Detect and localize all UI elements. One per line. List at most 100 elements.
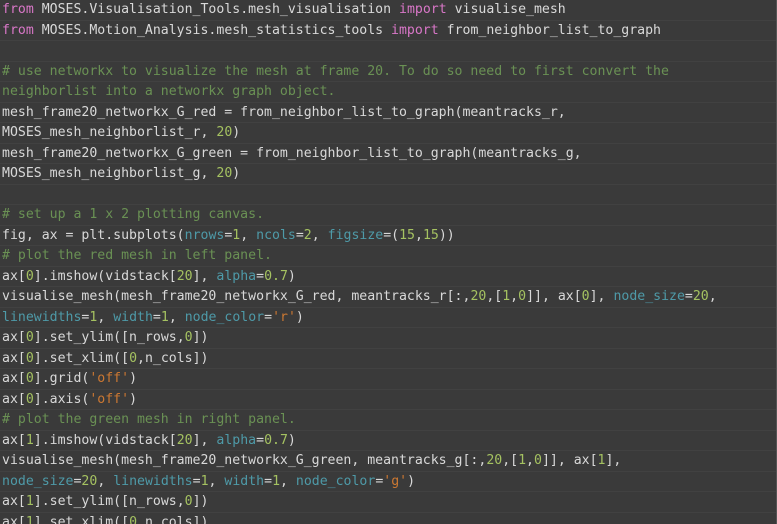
code-token-num: 0 [184, 330, 193, 345]
code-token-num: 0 [184, 494, 193, 509]
code-token-plain: ,[ [502, 453, 519, 468]
code-line[interactable]: # plot the green mesh in right panel. [0, 410, 776, 431]
code-token-param: nrows [184, 227, 225, 243]
code-token-plain: ]], ax[ [541, 453, 598, 468]
code-token-plain: , [526, 453, 534, 468]
code-token-string: 'g' [383, 473, 408, 489]
code-token-num: 0 [581, 289, 590, 304]
code-token-num: 20 [692, 289, 709, 304]
code-token-plain: ].set_ylim([n_rows, [33, 494, 185, 509]
code-token-plain: ) [407, 473, 416, 489]
code-token-num: 20 [470, 289, 487, 304]
code-token-plain: MOSES_mesh_neighborlist_g, [2, 166, 217, 181]
code-token-plain: ) [295, 309, 304, 325]
code-token-plain: , [414, 227, 423, 243]
code-token-plain: = [264, 473, 273, 489]
code-line[interactable]: MOSES_mesh_neighborlist_g, 20) [0, 164, 776, 185]
code-token-string: 'off' [89, 371, 130, 386]
code-token-plain: mesh_frame20_networkx_G_red = from_neigh… [2, 104, 566, 120]
code-token-kw: import [391, 22, 439, 38]
code-token-num: 20 [176, 432, 193, 448]
code-line[interactable]: ax[0].imshow(vidstack[20], alpha=0.7) [0, 267, 776, 287]
code-token-plain: , [97, 309, 114, 325]
code-token-plain: = [152, 309, 161, 325]
code-token-plain: visualise_mesh [446, 2, 566, 17]
code-token-param: alpha [216, 432, 257, 448]
code-token-param: node_size [2, 473, 74, 489]
code-token-plain: ) [129, 371, 138, 386]
code-token-param: figsize [327, 227, 384, 243]
code-token-plain: ax[ [2, 268, 26, 284]
code-token-plain: ) [287, 432, 296, 448]
code-token-plain: ].imshow(vidstack[ [33, 268, 177, 284]
code-token-num: 1 [25, 514, 34, 524]
code-line[interactable]: MOSES_mesh_neighborlist_r, 20) [0, 123, 776, 144]
code-line[interactable]: mesh_frame20_networkx_G_green = from_nei… [0, 144, 776, 164]
code-line[interactable]: # set up a 1 x 2 plotting canvas. [0, 205, 776, 226]
code-line[interactable]: linewidths=1, width=1, node_color='r') [0, 308, 776, 328]
code-line[interactable]: ax[0].axis('off') [0, 390, 776, 410]
code-token-kw: from [2, 22, 34, 38]
code-line[interactable] [0, 185, 776, 205]
code-token-comment: # use networkx to visualize the mesh at … [2, 63, 669, 79]
code-line[interactable]: # plot the red mesh in left panel. [0, 246, 776, 267]
code-token-param: alpha [216, 268, 257, 284]
code-token-comment: neighborlist into a networkx graph objec… [2, 84, 336, 99]
code-token-plain: fig, ax = plt.subplots( [2, 227, 185, 243]
code-token-plain: ax[ [2, 350, 26, 366]
code-token-plain: ,n_cols]) [137, 350, 209, 366]
code-line[interactable]: node_size=20, linewidths=1, width=1, nod… [0, 472, 776, 492]
code-token-plain: ) [232, 166, 241, 181]
code-token-plain: ].set_ylim([n_rows, [33, 330, 185, 345]
code-token-plain: ].grid( [33, 371, 90, 386]
code-token-string: 'off' [89, 391, 130, 407]
code-token-plain: ax[ [2, 432, 26, 448]
code-token-plain: ,[ [486, 289, 503, 304]
code-line[interactable]: ax[1].set_ylim([n_rows,0]) [0, 492, 776, 513]
code-token-plain: ax[ [2, 494, 26, 509]
code-token-plain: ax[ [2, 514, 26, 524]
code-token-plain: = [192, 473, 201, 489]
code-token-num: 1 [200, 473, 209, 489]
code-line[interactable]: visualise_mesh(mesh_frame20_networkx_G_r… [0, 287, 776, 308]
code-line[interactable]: mesh_frame20_networkx_G_red = from_neigh… [0, 103, 776, 123]
code-token-plain: = [295, 227, 304, 243]
code-token-plain: , [208, 473, 225, 489]
code-token-num: 0 [534, 453, 542, 468]
code-token-param: node_size [613, 289, 685, 304]
code-line[interactable]: ax[0].grid('off') [0, 369, 776, 390]
code-token-kw: import [399, 2, 447, 17]
code-line[interactable]: # use networkx to visualize the mesh at … [0, 62, 776, 82]
code-line-list: from MOSES.Visualisation_Tools.mesh_visu… [0, 0, 776, 524]
code-line[interactable]: neighborlist into a networkx graph objec… [0, 82, 776, 103]
code-token-param: width [113, 309, 153, 325]
code-token-plain: ) [129, 391, 138, 407]
code-editor-pane[interactable]: from MOSES.Visualisation_Tools.mesh_visu… [0, 0, 777, 524]
code-token-plain: MOSES.Motion_Analysis.mesh_statistics_to… [33, 22, 392, 38]
code-token-plain: ], [192, 432, 217, 448]
code-token-plain: ) [287, 268, 296, 284]
code-line[interactable]: ax[1].set_xlim([0,n_cols]) [0, 513, 776, 524]
code-token-num: 1 [272, 473, 281, 489]
code-line[interactable]: from MOSES.Visualisation_Tools.mesh_visu… [0, 0, 776, 21]
code-line[interactable]: ax[0].set_xlim([0,n_cols]) [0, 349, 776, 369]
code-token-plain: = [684, 289, 693, 304]
code-token-plain: ,n_cols]) [137, 514, 209, 524]
code-line[interactable]: from MOSES.Motion_Analysis.mesh_statisti… [0, 21, 776, 41]
code-token-comment: # set up a 1 x 2 plotting canvas. [2, 207, 265, 222]
code-token-plain: , [280, 473, 296, 489]
code-token-num: 0 [25, 350, 34, 366]
code-token-num: 0.7 [264, 432, 288, 448]
code-line[interactable]: fig, ax = plt.subplots(nrows=1, ncols=2,… [0, 226, 776, 246]
code-line[interactable] [0, 41, 776, 62]
code-token-num: 20 [216, 166, 233, 181]
code-token-num: 2 [303, 227, 312, 243]
code-token-num: 1 [160, 309, 169, 325]
code-line[interactable]: ax[1].imshow(vidstack[20], alpha=0.7) [0, 431, 776, 451]
code-token-plain: ]) [192, 494, 209, 509]
code-token-plain: visualise_mesh(mesh_frame20_networkx_G_r… [2, 289, 471, 304]
code-token-param: ncols [256, 227, 296, 243]
code-token-plain: )) [438, 227, 455, 243]
code-line[interactable]: visualise_mesh(mesh_frame20_networkx_G_g… [0, 451, 776, 472]
code-line[interactable]: ax[0].set_ylim([n_rows,0]) [0, 328, 776, 349]
